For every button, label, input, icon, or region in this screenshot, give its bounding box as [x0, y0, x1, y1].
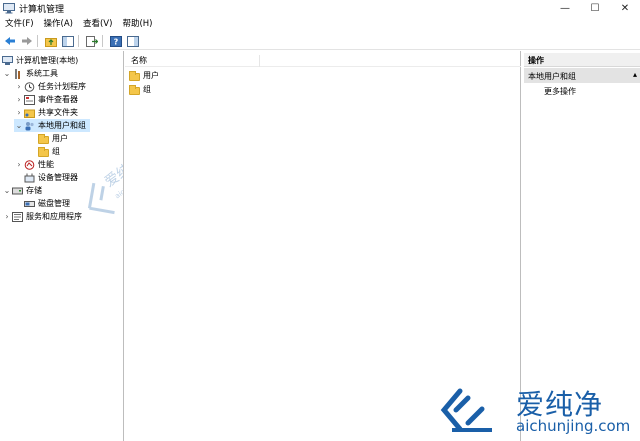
tree-item-performance[interactable]: › 性能	[14, 158, 54, 171]
chevron-right-icon[interactable]: ›	[14, 95, 24, 104]
menu-bar: 文件(F) 操作(A) 查看(V) 帮助(H)	[0, 17, 640, 32]
tree-label: 任务计划程序	[38, 82, 86, 91]
chevron-right-icon[interactable]: ›	[14, 160, 24, 169]
column-divider[interactable]	[259, 55, 260, 67]
chevron-right-icon[interactable]: ›	[14, 108, 24, 117]
performance-icon	[24, 159, 35, 170]
tree-label: 系统工具	[26, 69, 58, 78]
export-list-icon[interactable]	[84, 34, 99, 48]
folder-icon	[129, 84, 140, 95]
tree-item-shared-folders[interactable]: › 共享文件夹	[14, 106, 78, 119]
collapse-caret-icon[interactable]: ▴	[633, 70, 637, 79]
chevron-right-icon[interactable]: ›	[2, 212, 12, 221]
tree-item-system-tools[interactable]: ⌄ 系统工具	[2, 67, 58, 80]
menu-help[interactable]: 帮助(H)	[117, 17, 157, 32]
watermark-logo-small: 爱纯净 aichunjing.com	[74, 151, 124, 231]
forward-arrow-icon[interactable]	[19, 34, 34, 48]
tree-label: 共享文件夹	[38, 108, 78, 117]
title-bar: 计算机管理 — ☐ ✕	[0, 0, 640, 17]
list-item-label: 组	[143, 85, 151, 94]
tools-icon	[12, 68, 23, 79]
window-title: 计算机管理	[19, 5, 65, 15]
device-manager-icon	[24, 173, 35, 183]
event-log-icon	[24, 94, 35, 105]
back-arrow-icon[interactable]	[2, 34, 17, 48]
menu-view[interactable]: 查看(V)	[78, 17, 117, 32]
list-item[interactable]: 组	[129, 83, 151, 96]
more-actions-link[interactable]: 更多操作	[544, 86, 576, 97]
folder-icon	[129, 70, 140, 81]
chevron-right-icon[interactable]: ›	[14, 82, 24, 91]
actions-section-label: 本地用户和组	[528, 72, 576, 81]
actions-section-local-users-groups[interactable]: 本地用户和组 ▴	[524, 68, 640, 83]
actions-header: 操作	[524, 53, 640, 67]
list-item[interactable]: 用户	[129, 69, 159, 82]
column-header: 名称	[125, 53, 521, 67]
tree-label: 存储	[26, 186, 42, 195]
svg-text:?: ?	[113, 37, 118, 46]
toolbar-separator	[37, 35, 38, 47]
folder-icon	[38, 146, 49, 157]
shared-folder-icon	[24, 108, 35, 118]
services-icon	[12, 211, 23, 222]
tree-item-services-apps[interactable]: › 服务和应用程序	[2, 210, 82, 223]
up-folder-icon[interactable]	[43, 34, 58, 48]
tree-item-local-users-groups[interactable]: ⌄ 本地用户和组	[14, 119, 90, 132]
watermark-url: aichunjing.com	[516, 417, 631, 435]
tree-label: 用户	[52, 134, 68, 143]
maximize-button[interactable]: ☐	[580, 0, 610, 17]
storage-icon	[12, 186, 23, 196]
watermark-logo: 爱纯净 aichunjing.com	[438, 383, 638, 439]
users-icon	[24, 121, 35, 131]
tree-item-device-manager[interactable]: 设备管理器	[24, 171, 78, 184]
clock-icon	[24, 81, 35, 92]
column-name[interactable]: 名称	[131, 55, 147, 66]
tree-label: 组	[52, 147, 60, 156]
show-action-pane-icon[interactable]	[125, 34, 140, 48]
tree-item-storage[interactable]: ⌄ 存储	[2, 184, 42, 197]
minimize-button[interactable]: —	[550, 0, 580, 17]
chevron-down-icon[interactable]: ⌄	[2, 186, 12, 195]
help-icon[interactable]: ?	[108, 34, 123, 48]
menu-action[interactable]: 操作(A)	[39, 17, 78, 32]
svg-text:爱纯净: 爱纯净	[102, 153, 124, 190]
menu-file[interactable]: 文件(F)	[0, 17, 39, 32]
disk-icon	[24, 199, 35, 209]
show-hide-tree-icon[interactable]	[60, 34, 75, 48]
computer-management-icon	[2, 55, 13, 66]
tree-item-task-scheduler[interactable]: › 任务计划程序	[14, 80, 86, 93]
chevron-down-icon[interactable]: ⌄	[14, 121, 24, 130]
tree-item-event-viewer[interactable]: › 事件查看器	[14, 93, 78, 106]
tree-item-disk-management[interactable]: 磁盘管理	[24, 197, 70, 210]
computer-management-icon	[3, 3, 15, 14]
tree-item-root[interactable]: 计算机管理(本地)	[2, 54, 78, 67]
list-item-label: 用户	[143, 71, 159, 80]
folder-icon	[38, 133, 49, 144]
console-tree: 计算机管理(本地) ⌄ 系统工具 › 任务计划程序 › 事件查看器 › 共享文件…	[0, 51, 124, 441]
toolbar-separator	[78, 35, 79, 47]
tree-item-users[interactable]: 用户	[38, 132, 68, 145]
tree-label: 事件查看器	[38, 95, 78, 104]
tree-label: 设备管理器	[38, 173, 78, 182]
tree-label: 计算机管理(本地)	[16, 56, 79, 65]
toolbar: ?	[0, 33, 640, 50]
tree-label: 性能	[38, 160, 54, 169]
tree-label: 磁盘管理	[38, 199, 70, 208]
close-button[interactable]: ✕	[610, 0, 640, 17]
toolbar-separator	[102, 35, 103, 47]
tree-label: 本地用户和组	[38, 121, 86, 130]
chevron-down-icon[interactable]: ⌄	[2, 69, 12, 78]
tree-item-groups[interactable]: 组	[38, 145, 60, 158]
